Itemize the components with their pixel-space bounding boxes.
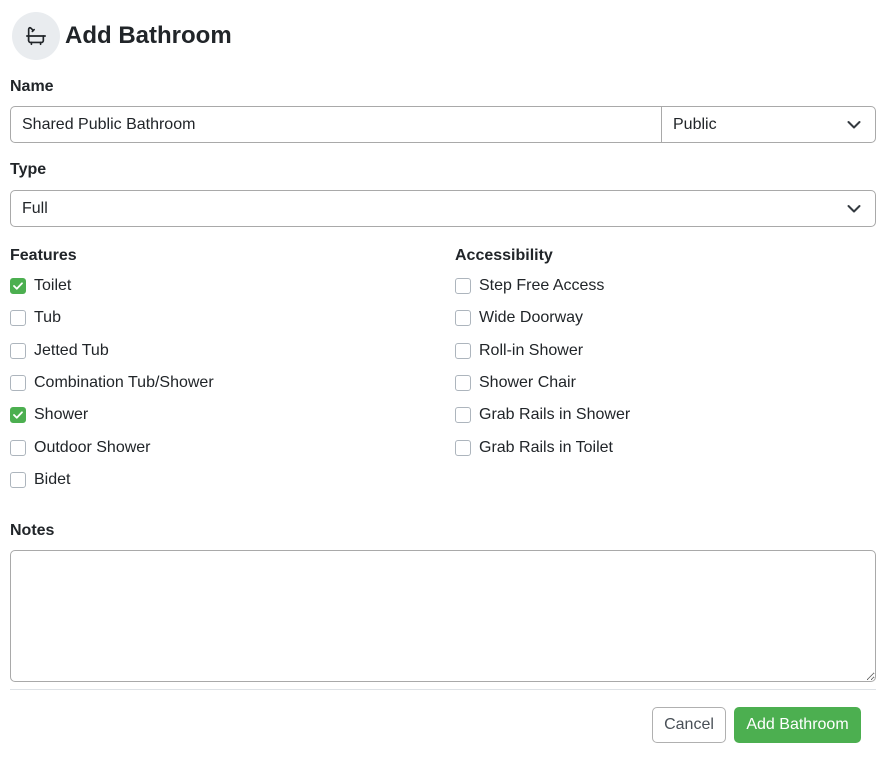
type-label: Type xyxy=(10,161,47,178)
notes-label: Notes xyxy=(10,522,55,539)
checkbox-label: Grab Rails in Shower xyxy=(479,406,631,424)
checkbox-checked-icon[interactable] xyxy=(10,407,26,424)
bathtub-icon xyxy=(12,12,60,60)
features-checkbox-tub[interactable]: Tub xyxy=(10,307,61,329)
name-label: Name xyxy=(10,78,54,95)
page-title: Add Bathroom xyxy=(65,22,232,49)
checkbox-icon[interactable] xyxy=(455,310,471,327)
add-bathroom-button[interactable]: Add Bathroom xyxy=(734,707,861,743)
features-checkbox-outdoor-shower[interactable]: Outdoor Shower xyxy=(10,437,151,459)
checkbox-icon[interactable] xyxy=(10,471,26,488)
checkbox-label: Step Free Access xyxy=(479,277,605,294)
checkbox-icon[interactable] xyxy=(10,310,26,327)
visibility-select-value: Public xyxy=(673,115,717,133)
footer-divider xyxy=(10,689,876,690)
features-title: Features xyxy=(10,247,77,264)
checkbox-label: Wide Doorway xyxy=(479,309,584,327)
notes-textarea[interactable] xyxy=(10,550,876,682)
accessibility-checkbox-step-free-access[interactable]: Step Free Access xyxy=(455,275,604,297)
checkbox-icon[interactable] xyxy=(10,374,26,391)
type-select[interactable]: Full xyxy=(10,190,876,227)
checkbox-icon[interactable] xyxy=(10,342,26,359)
type-select-value: Full xyxy=(22,199,48,217)
accessibility-title: Accessibility xyxy=(455,247,553,264)
chevron-down-icon xyxy=(847,120,861,129)
checkbox-label: Roll-in Shower xyxy=(479,341,584,359)
features-checkbox-combination-tub-shower[interactable]: Combination Tub/Shower xyxy=(10,372,214,394)
checkbox-label: Toilet xyxy=(34,277,72,294)
name-input-group: Public xyxy=(10,106,876,143)
checkbox-icon[interactable] xyxy=(455,439,471,456)
checkbox-label: Combination Tub/Shower xyxy=(34,373,214,391)
checkbox-label: Shower Chair xyxy=(479,373,576,391)
checkbox-label: Tub xyxy=(34,309,61,327)
checkbox-icon[interactable] xyxy=(455,374,471,391)
checkbox-checked-icon[interactable] xyxy=(10,278,26,294)
name-input[interactable] xyxy=(10,106,661,143)
accessibility-checkbox-grab-rails-in-shower[interactable]: Grab Rails in Shower xyxy=(455,404,630,426)
checkbox-icon[interactable] xyxy=(10,439,26,456)
checkbox-label: Grab Rails in Toilet xyxy=(479,438,613,456)
cancel-button[interactable]: Cancel xyxy=(652,707,726,743)
checkbox-label: Bidet xyxy=(34,470,71,488)
checkbox-icon[interactable] xyxy=(455,278,471,294)
features-checkbox-jetted-tub[interactable]: Jetted Tub xyxy=(10,340,109,362)
modal-header: Add Bathroom xyxy=(12,12,232,60)
checkbox-label: Jetted Tub xyxy=(34,341,109,359)
checkbox-icon[interactable] xyxy=(455,407,471,424)
accessibility-checkbox-grab-rails-in-toilet[interactable]: Grab Rails in Toilet xyxy=(455,437,613,459)
features-checkbox-bidet[interactable]: Bidet xyxy=(10,469,70,491)
features-checkbox-toilet[interactable]: Toilet xyxy=(10,275,71,297)
accessibility-checkbox-roll-in-shower[interactable]: Roll-in Shower xyxy=(455,340,583,362)
visibility-select[interactable]: Public xyxy=(661,106,876,143)
checkbox-label: Outdoor Shower xyxy=(34,438,151,456)
accessibility-checkbox-shower-chair[interactable]: Shower Chair xyxy=(455,372,576,394)
features-checkbox-shower[interactable]: Shower xyxy=(10,404,88,426)
chevron-down-icon xyxy=(847,204,861,213)
accessibility-checkbox-wide-doorway[interactable]: Wide Doorway xyxy=(455,307,583,329)
checkbox-icon[interactable] xyxy=(455,342,471,359)
checkbox-label: Shower xyxy=(34,406,89,424)
